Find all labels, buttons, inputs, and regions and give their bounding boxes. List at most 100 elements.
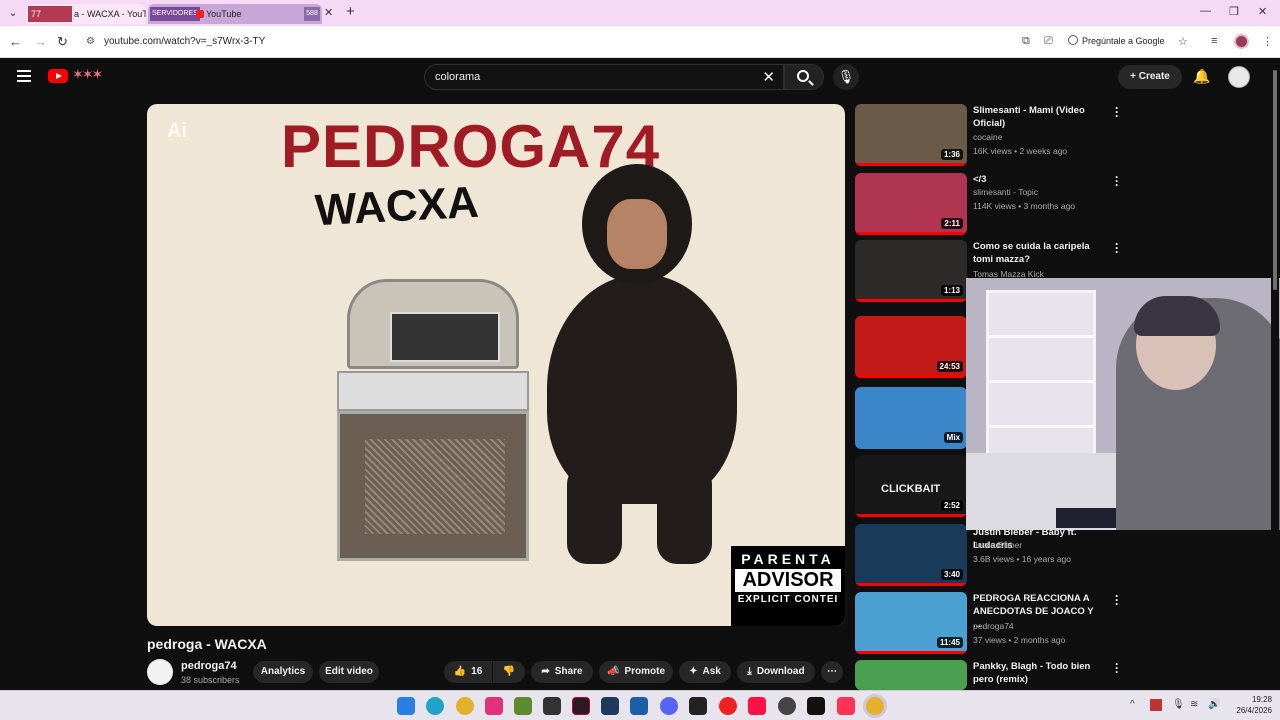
wifi-icon[interactable]: ≋ [1190, 699, 1198, 710]
like-button[interactable]: 👍 16 [444, 661, 492, 683]
ask-google-button[interactable]: Pregúntale a Google [1068, 35, 1165, 46]
video-player[interactable]: Ai PEDROGA74 WACXA PARENTA ADVISOR EXPLI… [147, 104, 845, 626]
notifications-bell-icon[interactable]: 🔔 [1193, 68, 1210, 85]
video-title[interactable]: </3 [973, 173, 1103, 186]
steam-icon[interactable] [601, 697, 619, 715]
menu-kebab-icon[interactable]: ⋮ [1262, 35, 1273, 48]
voice-search-icon[interactable]: 🎙 [833, 64, 859, 90]
music-icon[interactable] [748, 697, 766, 715]
chrome-active-icon[interactable] [866, 697, 884, 715]
more-options-icon[interactable]: · · · [1115, 658, 1121, 678]
valorant-icon[interactable] [572, 697, 590, 715]
cast-icon[interactable]: ⎚ [1044, 35, 1053, 48]
video-thumbnail[interactable]: 11:45 [855, 592, 967, 654]
more-options-icon[interactable]: · · · [1115, 171, 1121, 191]
duration-badge: 2:52 [940, 500, 963, 511]
close-tab-icon[interactable]: ✕ [324, 6, 333, 19]
roblox-icon[interactable] [719, 697, 737, 715]
tab-search-icon[interactable]: ⌄ [4, 4, 22, 22]
restore-icon[interactable]: ❐ [1229, 5, 1239, 18]
edge-icon[interactable] [426, 697, 444, 715]
video-thumbnail[interactable]: CLICKBAIT 2:52 [855, 455, 967, 517]
promote-button[interactable]: 📣 Promote [599, 661, 673, 683]
create-button[interactable]: + Create [1118, 65, 1182, 89]
more-options-icon[interactable]: · · · [1115, 238, 1121, 258]
close-window-icon[interactable]: ✕ [1258, 5, 1267, 18]
video-thumbnail[interactable]: Mix [855, 387, 967, 449]
capcut-icon[interactable] [689, 697, 707, 715]
song-artwork-text: WACXA [313, 177, 480, 236]
share-button[interactable]: ➦ Share [531, 661, 593, 683]
video-thumbnail[interactable]: 3:40 [855, 524, 967, 586]
video-title[interactable]: Pankky, Blagh - Todo bien pero (remix) [973, 660, 1103, 686]
duration-badge: 2:11 [941, 218, 963, 229]
obs-icon[interactable] [778, 697, 796, 715]
channel-name[interactable]: slimesanti - Topic [973, 187, 1038, 197]
windows-start-icon[interactable] [397, 697, 415, 715]
new-tab-icon[interactable]: + [346, 3, 355, 20]
brave-icon[interactable] [837, 697, 855, 715]
bookmark-star-icon[interactable]: ☆ [1178, 35, 1188, 48]
search-input[interactable]: colorama ✕ [424, 64, 784, 90]
video-thumbnail[interactable]: 2:11 [855, 173, 967, 235]
forward-icon[interactable]: → [34, 34, 47, 49]
hamburger-menu-icon[interactable] [17, 70, 31, 82]
ask-button[interactable]: ✦ Ask [679, 661, 731, 683]
clock[interactable]: 19:28 26/4/2026 [1232, 694, 1272, 716]
edit-video-button[interactable]: Edit video [319, 661, 379, 683]
chrome-icon[interactable] [456, 697, 474, 715]
microphone-icon[interactable]: 🎙 [1172, 699, 1185, 710]
tab-youtube[interactable]: SERVIDORES YouTube 588 [148, 4, 322, 24]
list-item[interactable]: 2:11 </3 slimesanti - Topic 114K views •… [855, 171, 1135, 235]
channel-name[interactable]: pedroga74 [973, 621, 1014, 631]
dislike-button[interactable]: 👎 [493, 661, 525, 683]
scrollbar[interactable] [1271, 60, 1279, 688]
translate-icon[interactable]: ⧉ [1022, 35, 1030, 48]
video-title[interactable]: Slimesanti - Mami (Video Oficial) [973, 104, 1103, 130]
channel-name[interactable]: Justin Bieber [973, 540, 1022, 550]
back-icon[interactable]: ← [9, 34, 22, 49]
doodle-icon[interactable]: ✶✶✶ [72, 66, 103, 83]
site-info-icon[interactable]: ⚙ [86, 36, 95, 47]
more-options-icon[interactable]: · · · [1115, 590, 1121, 610]
duration-badge: 24:53 [936, 361, 963, 372]
reload-icon[interactable]: ↻ [57, 34, 68, 50]
tab-group-badge[interactable]: 77 [28, 6, 72, 22]
tray-app-icon[interactable] [1150, 699, 1162, 711]
channel-name[interactable]: pedroga74 [181, 660, 237, 672]
video-title[interactable]: Como se cuida la caripela tomi mazza? [973, 240, 1103, 266]
list-item[interactable]: 1:36 Slimesanti - Mami (Video Oficial) c… [855, 102, 1135, 166]
video-thumbnail[interactable] [855, 660, 967, 690]
warp-icon[interactable] [807, 697, 825, 715]
tab-group-badge[interactable]: SERVIDORES [150, 7, 200, 21]
list-item[interactable]: 3:40 Justin Bieber - Baby ft. Ludacris J… [855, 524, 1135, 586]
steam-2-icon[interactable] [630, 697, 648, 715]
address-bar: ← → ↻ ⚙ youtube.com/watch?v=_s7Wrx-3-TY … [0, 26, 1280, 58]
video-thumbnail[interactable]: 24:53 [855, 316, 967, 378]
more-options-icon[interactable]: · · · [1115, 102, 1121, 122]
tab-wacxa[interactable]: 77 a - WACXA - YouTu [26, 4, 146, 24]
epic-games-icon[interactable] [543, 697, 561, 715]
list-item[interactable]: Pankky, Blagh - Todo bien pero (remix) ·… [855, 658, 1135, 690]
video-thumbnail[interactable]: 1:36 [855, 104, 967, 166]
minimize-icon[interactable]: — [1200, 5, 1211, 17]
minecraft-icon[interactable] [514, 697, 532, 715]
clear-search-icon[interactable]: ✕ [762, 68, 775, 86]
more-actions-icon[interactable]: ⋯ [821, 661, 843, 683]
analytics-button[interactable]: Analytics [253, 661, 313, 683]
url-field[interactable]: youtube.com/watch?v=_s7Wrx-3-TY [104, 36, 265, 47]
volume-icon[interactable]: 🔊 [1208, 699, 1220, 710]
youtube-logo-icon[interactable] [48, 69, 68, 83]
discord-icon[interactable] [660, 697, 678, 715]
reading-list-icon[interactable]: ≡ [1211, 35, 1217, 47]
tiktok-icon[interactable] [485, 697, 503, 715]
channel-name[interactable]: cocaine [973, 132, 1002, 142]
tray-chevron-icon[interactable]: ^ [1130, 699, 1135, 710]
video-thumbnail[interactable]: 1:13 [855, 240, 967, 302]
download-button[interactable]: ⤓ Download [737, 661, 815, 683]
channel-avatar[interactable] [147, 659, 173, 685]
profile-avatar[interactable] [1234, 34, 1249, 49]
list-item[interactable]: 11:45 PEDROGA REACCIONA A ANECDOTAS DE J… [855, 590, 1135, 654]
search-button[interactable] [784, 64, 824, 90]
account-avatar[interactable] [1228, 66, 1250, 88]
